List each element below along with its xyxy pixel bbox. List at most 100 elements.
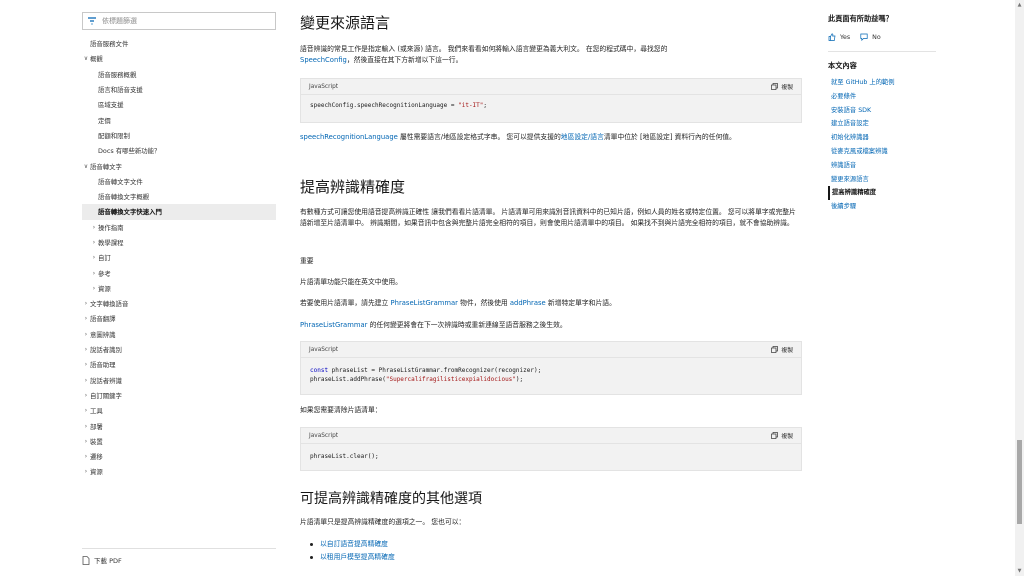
text: 屬性需要語言/地區設定格式字串。 您可以提供支援的 xyxy=(397,133,561,141)
chevron-icon: › xyxy=(84,453,88,461)
chevron-icon: › xyxy=(84,346,88,354)
toc-item[interactable]: 區域支援 xyxy=(82,97,276,112)
filter-placeholder: 依標題篩選 xyxy=(102,17,137,25)
chevron-icon: ∨ xyxy=(83,55,89,63)
toc-item[interactable]: › 部署 xyxy=(82,418,276,433)
no-button[interactable]: No xyxy=(860,33,881,41)
in-article-link[interactable]: 辨識語音 xyxy=(828,159,936,173)
in-article-link[interactable]: 後續步驟 xyxy=(828,200,936,214)
copy-icon xyxy=(771,432,779,439)
chevron-icon: › xyxy=(84,437,88,445)
toc-item[interactable]: 語言和語音支援 xyxy=(82,82,276,97)
toc-item[interactable]: 配額和限制 xyxy=(82,128,276,143)
phraselistgrammar-link[interactable]: PhraseListGrammar xyxy=(300,321,367,329)
code-body: const phraseList = PhraseListGrammar.fro… xyxy=(301,358,801,390)
toc-list: 語音服務文件 ∨ 概觀 語音服務概觀語言和語音支援區域支援 定價 配額和限制 Docs 有哪… xyxy=(82,36,276,480)
phraselistgrammar-link[interactable]: PhraseListGrammar xyxy=(391,299,458,307)
toc-item[interactable]: › 語音翻譯 xyxy=(82,311,276,326)
toc-item[interactable]: › 文字轉換語音 xyxy=(82,296,276,311)
copy-button[interactable]: 複製 xyxy=(771,345,793,354)
toc-item[interactable]: 語音轉換文字快速入門 xyxy=(82,204,276,220)
copy-button[interactable]: 複製 xyxy=(771,431,793,440)
in-this-article-list: 就至 GitHub 上的範例 必要條件 安裝語音 SDK 建立語音設定 初始化辨識器 從麥… xyxy=(828,76,936,214)
toc-item-label: Docs 有哪些新功能？ xyxy=(98,147,161,156)
toc-item[interactable]: ∨ 概觀 xyxy=(82,51,276,66)
paragraph-speech-recognition-language: speechRecognitionLanguage 屬性需要語言/地區設定格式字… xyxy=(300,132,802,143)
code-text: ); xyxy=(515,376,524,383)
chevron-icon: › xyxy=(92,223,96,231)
left-toc-nav: 依標題篩選 語音服務文件 ∨ 概觀 語音服務概觀語言和語音支援區域支援 定價 配額和限制 D… xyxy=(82,12,276,576)
toc-item[interactable]: 語音轉換文字概觀 xyxy=(82,189,276,204)
text: 語音辨識的常見工作是指定輸入 (或來源) 語言。 我們來看看如何將輸入語言變更為… xyxy=(300,45,668,53)
toc-item[interactable]: 語音服務文件 xyxy=(82,36,276,51)
toc-item-label: 自訂 xyxy=(98,254,111,263)
toc-item[interactable]: Docs 有哪些新功能？ xyxy=(82,143,276,158)
yes-button[interactable]: Yes xyxy=(828,33,850,41)
in-article-link[interactable]: 必要條件 xyxy=(828,90,936,104)
in-article-link[interactable]: 從麥克風或檔案辨識 xyxy=(828,145,936,159)
toc-item[interactable]: 語音服務概觀 xyxy=(82,67,276,82)
toc-item-label: 裝置 xyxy=(90,437,103,446)
toc-item[interactable]: › 裝置 xyxy=(82,434,276,449)
toc-item[interactable]: › 意圖辨識 xyxy=(82,327,276,342)
copy-button[interactable]: 複製 xyxy=(771,82,793,91)
toc-item[interactable]: 定價 xyxy=(82,112,276,127)
code-string: "it-IT" xyxy=(458,102,484,109)
download-pdf-label: 下載 PDF xyxy=(94,557,122,565)
toc-item[interactable]: › 工具 xyxy=(82,403,276,418)
toc-item-label: 操作指南 xyxy=(98,223,124,232)
paragraph-other-options: 片語清單只是提高辨識精確度的選項之一。 您也可以： xyxy=(300,518,466,526)
in-article-link[interactable]: 就至 GitHub 上的範例 xyxy=(828,76,936,90)
in-article-link[interactable]: 變更來源語言 xyxy=(828,173,936,187)
filter-by-title-input[interactable]: 依標題篩選 xyxy=(82,12,276,30)
code-language-label: JavaScript xyxy=(309,83,339,90)
in-this-article-title: 本文內容 xyxy=(828,61,857,70)
in-article-link[interactable]: 提高辨識精確度 xyxy=(828,186,936,201)
toc-item[interactable]: › 自訂 xyxy=(82,250,276,265)
chevron-icon: › xyxy=(84,330,88,338)
tenant-model-link[interactable]: 以租用戶模型提高精確度 xyxy=(310,551,800,564)
filter-icon xyxy=(87,16,97,26)
toc-item[interactable]: › 操作指南 xyxy=(82,220,276,235)
copy-label: 複製 xyxy=(781,434,793,440)
in-article-link[interactable]: 安裝語音 SDK xyxy=(828,104,936,118)
in-article-link[interactable]: 建立語音設定 xyxy=(828,117,936,131)
toc-item-label: 說話者辨識 xyxy=(90,376,122,385)
page-scrollbar[interactable]: ▲ ▼ xyxy=(1015,0,1024,576)
toc-item-label: 自訂關鍵字 xyxy=(90,391,122,400)
copy-icon xyxy=(771,346,779,353)
toc-item-label: 語言和語音支援 xyxy=(98,86,143,95)
scroll-up-arrow-icon[interactable]: ▲ xyxy=(1015,0,1024,10)
toc-item-label: 語音轉文字文件 xyxy=(98,177,143,186)
chevron-icon: › xyxy=(92,239,96,246)
in-article-link[interactable]: 初始化辨識器 xyxy=(828,131,936,145)
heading-change-source-language: 變更來源語言 xyxy=(300,14,391,32)
speechconfig-link[interactable]: SpeechConfig xyxy=(300,56,347,64)
toc-item[interactable]: › 資源 xyxy=(82,281,276,296)
scrollbar-thumb[interactable] xyxy=(1017,440,1022,524)
toc-item[interactable]: ∨ 語音轉文字 xyxy=(82,158,276,173)
chevron-icon: › xyxy=(84,468,88,476)
toc-item[interactable]: › 語音助理 xyxy=(82,357,276,372)
toc-item[interactable]: › 參考 xyxy=(82,265,276,280)
toc-item[interactable]: › 自訂關鍵字 xyxy=(82,388,276,403)
toc-item[interactable]: 語音轉文字文件 xyxy=(82,174,276,189)
scroll-down-arrow-icon[interactable]: ▼ xyxy=(1015,566,1024,576)
toc-item-label: 參考 xyxy=(98,269,111,278)
speechrecognitionlanguage-link[interactable]: speechRecognitionLanguage xyxy=(300,133,398,141)
toc-item[interactable]: › 說話者識別 xyxy=(82,342,276,357)
toc-item[interactable]: › 教學課程 xyxy=(82,235,276,250)
toc-item-label: 語音服務文件 xyxy=(90,40,129,49)
toc-item-label: 語音轉文字 xyxy=(90,162,122,171)
addphrase-link[interactable]: addPhrase xyxy=(510,299,546,307)
toc-item[interactable]: › 資源 xyxy=(82,464,276,479)
right-rail: 此頁面有所助益嗎？ Yes No 本文內容 就至 GitHub 上的範例 必要條件… xyxy=(828,14,936,214)
locale-language-link[interactable]: 地區設定/語言 xyxy=(561,133,604,141)
toc-item[interactable]: › 說話者辨識 xyxy=(82,373,276,388)
options-list: 以自訂語音提高精確度 以租用戶模型提高精確度 xyxy=(310,538,800,564)
toc-item[interactable]: › 遷移 xyxy=(82,449,276,464)
toc-item-label: 部署 xyxy=(90,422,103,431)
article-content: 變更來源語言 語音辨識的常見工作是指定輸入 (或來源) 語言。 我們來看看如何將… xyxy=(300,0,802,576)
download-pdf-link[interactable]: 下載 PDF xyxy=(82,548,276,565)
custom-speech-link[interactable]: 以自訂語音提高精確度 xyxy=(310,538,800,551)
